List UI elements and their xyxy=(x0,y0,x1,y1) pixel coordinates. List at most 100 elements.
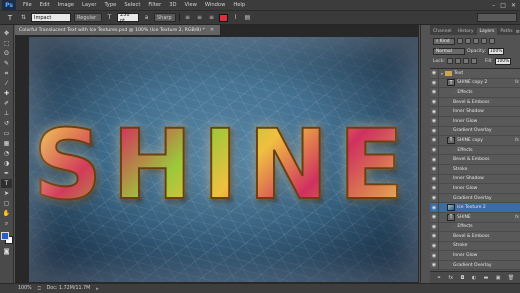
layer-row[interactable]: ◉ Inner Shadow xyxy=(430,107,520,117)
new-layer-icon[interactable]: ▣ xyxy=(496,275,501,281)
align-center-icon[interactable]: ≡ xyxy=(195,14,204,22)
visibility-eye-icon[interactable]: ◉ xyxy=(430,97,439,107)
link-layers-icon[interactable]: ⚭ xyxy=(437,275,441,281)
visibility-eye-icon[interactable]: ◉ xyxy=(430,126,439,136)
menu-select[interactable]: Select xyxy=(120,2,144,8)
menu-3d[interactable]: 3D xyxy=(165,2,180,8)
shape-filter-icon[interactable] xyxy=(481,38,487,44)
lock-transparency-icon[interactable] xyxy=(447,58,454,64)
hand-tool-icon[interactable]: ✋ xyxy=(1,209,12,218)
crop-tool-icon[interactable]: ⌗ xyxy=(1,69,12,78)
layer-row[interactable]: ◉ Gradient Overlay xyxy=(430,126,520,137)
menu-image[interactable]: Image xyxy=(54,2,78,8)
tab-channel[interactable]: Channel xyxy=(430,28,454,35)
visibility-eye-icon[interactable]: ◉ xyxy=(430,241,439,251)
layer-row[interactable]: ◉ Inner Glow xyxy=(430,251,520,261)
visibility-eye-icon[interactable]: ◉ xyxy=(430,251,439,261)
font-size-select[interactable]: 230 pt xyxy=(117,12,139,24)
warp-text-icon[interactable]: ⌇ xyxy=(231,14,240,22)
layer-row[interactable]: ◉ ▾ Text xyxy=(430,69,520,79)
text-orientation-icon[interactable]: ⇅ xyxy=(19,14,28,22)
menu-file[interactable]: File xyxy=(19,2,36,8)
font-style-select[interactable]: Regular xyxy=(74,13,102,22)
lock-position-icon[interactable] xyxy=(463,58,470,64)
history-brush-tool-icon[interactable]: ↺ xyxy=(1,119,12,128)
dodge-tool-icon[interactable]: ◑ xyxy=(1,159,12,168)
tab-layers[interactable]: Layers xyxy=(476,28,498,35)
layer-row[interactable]: ◉ Bevel & Emboss xyxy=(430,97,520,108)
visibility-eye-icon[interactable]: ◉ xyxy=(430,145,439,155)
opacity-input[interactable]: 100% xyxy=(487,47,504,55)
layer-row[interactable]: ◉ Stroke xyxy=(430,241,520,252)
layer-row[interactable]: ◉ T SHINE copy 2 fx xyxy=(430,78,520,89)
tab-history[interactable]: History xyxy=(454,28,476,35)
visibility-eye-icon[interactable]: ◉ xyxy=(430,183,439,193)
pen-tool-icon[interactable]: ✒ xyxy=(1,169,12,178)
visibility-eye-icon[interactable]: ◉ xyxy=(430,231,439,241)
layer-effects-icon[interactable]: fx xyxy=(515,80,519,85)
visibility-eye-icon[interactable]: ◉ xyxy=(430,116,439,126)
menu-edit[interactable]: Edit xyxy=(36,2,54,8)
layer-row[interactable]: ◉ Bevel & Emboss xyxy=(430,231,520,242)
layer-row[interactable]: ◉ Inner Glow xyxy=(430,183,520,194)
status-menu-icon[interactable]: ▸ xyxy=(96,286,99,292)
brush-tool-icon[interactable]: ✐ xyxy=(1,99,12,108)
layer-row[interactable]: ◉ ◦ Effects xyxy=(430,145,520,156)
maximize-icon[interactable]: □ xyxy=(500,2,506,9)
new-group-icon[interactable]: ▬ xyxy=(484,275,489,281)
visibility-eye-icon[interactable]: ◉ xyxy=(430,193,439,203)
lock-pixels-icon[interactable] xyxy=(455,58,462,64)
minimize-icon[interactable]: – xyxy=(492,2,495,9)
healing-tool-icon[interactable]: ✚ xyxy=(1,89,12,98)
visibility-eye-icon[interactable]: ◉ xyxy=(430,212,439,222)
move-tool-icon[interactable]: ✥ xyxy=(1,29,12,38)
delete-layer-icon[interactable]: 🗑 xyxy=(508,275,514,281)
zoom-tool-icon[interactable]: ⌕ xyxy=(1,219,12,228)
layer-row[interactable]: ◉ Gradient Overlay xyxy=(430,193,520,204)
menu-type[interactable]: Type xyxy=(100,2,120,8)
pixel-filter-icon[interactable] xyxy=(457,38,463,44)
layer-row[interactable]: ◉ T SHINE copy fx xyxy=(430,135,520,146)
layer-row[interactable]: ◉ Bevel & Emboss xyxy=(430,155,520,165)
layer-row[interactable]: ◉ T SHINE fx xyxy=(430,212,520,223)
tab-paths[interactable]: Paths xyxy=(497,28,515,35)
menu-layer[interactable]: Layer xyxy=(78,2,100,8)
quick-mask-icon[interactable]: ◙ xyxy=(1,247,12,256)
visibility-eye-icon[interactable]: ◉ xyxy=(430,135,439,145)
layer-row[interactable]: ◉ Inner Glow xyxy=(430,116,520,127)
layer-row[interactable]: ◉ ◦ Effects xyxy=(430,87,520,98)
anti-alias-select[interactable]: Sharp xyxy=(154,13,176,22)
canvas[interactable]: SHINE xyxy=(29,37,418,282)
workspace-select[interactable] xyxy=(477,13,517,22)
blur-tool-icon[interactable]: ◔ xyxy=(1,149,12,158)
align-left-icon[interactable]: ≡ xyxy=(183,14,192,22)
visibility-eye-icon[interactable]: ◉ xyxy=(430,87,439,97)
lasso-tool-icon[interactable]: ʘ xyxy=(1,49,12,58)
layer-effects-icon[interactable]: fx xyxy=(515,215,519,220)
layer-row[interactable]: ◉ Gradient Overlay xyxy=(430,260,520,270)
document-tab[interactable]: Colorful Translucent Text with Ice Textu… xyxy=(15,25,222,35)
layer-mask-icon[interactable]: ◘ xyxy=(460,275,464,281)
kind-filter-select[interactable]: ⌕ Kind xyxy=(433,37,455,45)
visibility-eye-icon[interactable]: ◉ xyxy=(430,69,439,78)
fill-input[interactable]: 100% xyxy=(494,57,511,65)
visibility-eye-icon[interactable]: ◉ xyxy=(430,260,439,270)
disclosure-arrow-icon[interactable]: ▾ xyxy=(441,71,443,76)
gradient-tool-icon[interactable]: ▦ xyxy=(1,139,12,148)
menu-help[interactable]: Help xyxy=(229,2,249,8)
layer-style-icon[interactable]: fx xyxy=(448,275,453,281)
color-swatches[interactable] xyxy=(0,232,13,244)
character-panel-icon[interactable]: ▤ xyxy=(243,14,252,22)
zoom-level[interactable]: 100% xyxy=(18,286,32,291)
type-filter-icon[interactable] xyxy=(473,38,479,44)
visibility-eye-icon[interactable]: ◉ xyxy=(430,107,439,117)
marquee-tool-icon[interactable]: ⬚ xyxy=(1,39,12,48)
type-tool-icon[interactable]: T xyxy=(4,13,16,23)
visibility-eye-icon[interactable]: ◉ xyxy=(430,222,439,232)
quick-select-tool-icon[interactable]: ✎ xyxy=(1,59,12,68)
smart-object-filter-icon[interactable] xyxy=(489,38,495,44)
lock-all-icon[interactable] xyxy=(471,58,478,64)
stamp-tool-icon[interactable]: ⊥ xyxy=(1,109,12,118)
adjustment-layer-icon[interactable]: ◐ xyxy=(472,275,476,281)
visibility-eye-icon[interactable]: ◉ xyxy=(430,155,439,165)
